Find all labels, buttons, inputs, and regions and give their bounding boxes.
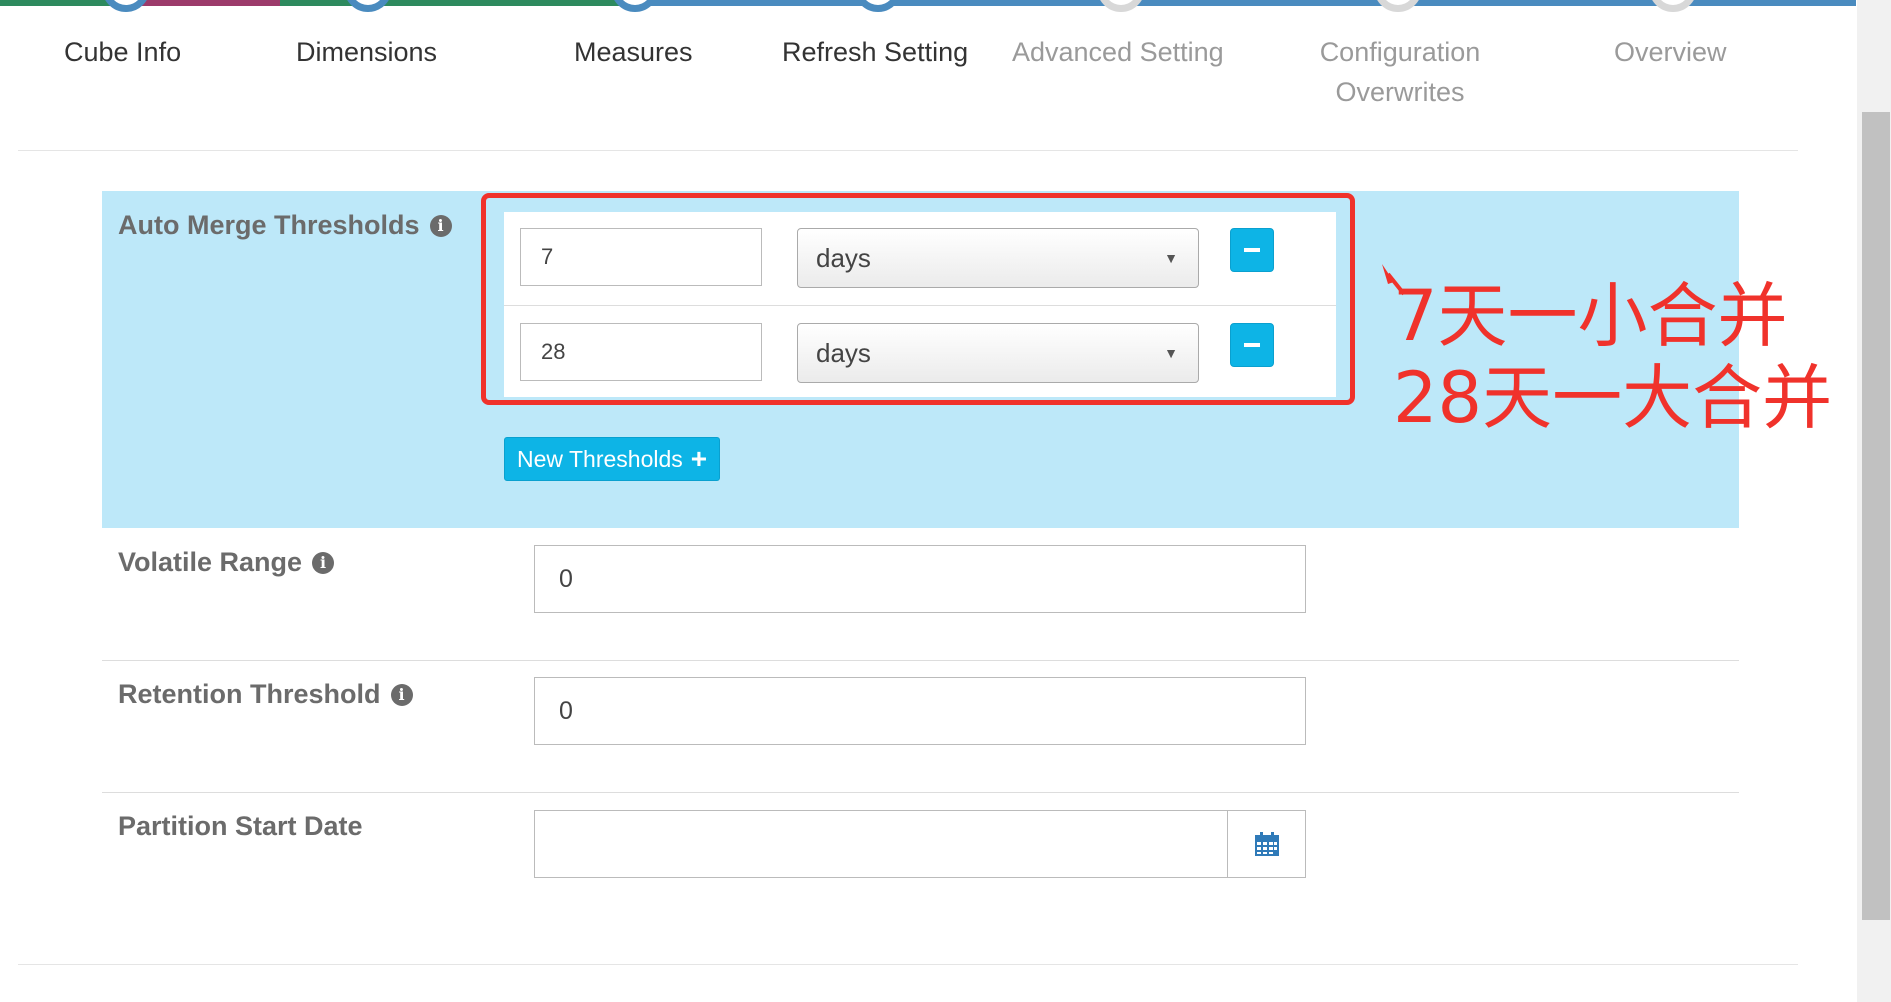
partition-start-date-input[interactable] — [534, 810, 1228, 878]
annotation-text: 7天一小合并 28天一大合并 — [1393, 275, 1832, 439]
step-circle-configuration-overwrites — [1374, 0, 1422, 12]
partition-start-date-label-text: Partition Start Date — [118, 811, 363, 841]
info-icon[interactable]: i — [429, 214, 452, 237]
wizard-progress-segment-3 — [280, 0, 620, 6]
annotation-line-1: 7天一小合并 — [1393, 275, 1788, 357]
volatile-range-label: Volatile Range i — [118, 547, 335, 578]
volatile-range-input[interactable] — [534, 545, 1306, 613]
step-label-dimensions[interactable]: Dimensions — [296, 32, 437, 72]
step-label-configuration-overwrites: Configuration Overwrites — [1319, 37, 1481, 107]
new-thresholds-button[interactable]: New Thresholds + — [504, 437, 721, 481]
step-circle-refresh-setting[interactable] — [854, 0, 902, 12]
step-label-cube-info[interactable]: Cube Info — [64, 32, 181, 72]
retention-threshold-input[interactable] — [534, 677, 1306, 745]
info-icon[interactable]: i — [312, 551, 335, 574]
wizard-progress-segment-2 — [134, 0, 280, 6]
plus-icon: + — [690, 443, 708, 474]
footer-divider — [18, 964, 1798, 965]
retention-threshold-label: Retention Threshold i — [118, 679, 413, 710]
step-circle-overview — [1649, 0, 1697, 12]
auto-merge-label: Auto Merge Thresholds i — [118, 210, 452, 241]
annotation-line-2: 28天一大合并 — [1393, 357, 1833, 439]
step-circle-measures[interactable] — [611, 0, 659, 12]
partition-start-date-label: Partition Start Date — [118, 811, 363, 842]
info-icon[interactable]: i — [390, 683, 413, 706]
section-divider — [102, 792, 1739, 793]
step-label-measures[interactable]: Measures — [574, 32, 693, 72]
step-circle-cube-info[interactable] — [102, 0, 150, 12]
section-divider — [102, 660, 1739, 661]
step-label-overview: Overview — [1614, 37, 1727, 67]
scrollbar-thumb[interactable] — [1862, 112, 1890, 920]
step-label-refresh-setting[interactable]: Refresh Setting — [782, 32, 968, 72]
volatile-range-label-text: Volatile Range — [118, 547, 303, 577]
calendar-icon — [1254, 832, 1279, 856]
step-circle-advanced-setting — [1097, 0, 1145, 12]
new-thresholds-label: New Thresholds — [517, 445, 683, 472]
step-label-advanced-setting: Advanced Setting — [1012, 37, 1224, 67]
annotation-highlight-box — [481, 193, 1355, 405]
step-circle-dimensions[interactable] — [344, 0, 392, 12]
calendar-button[interactable] — [1227, 810, 1306, 878]
retention-threshold-label-text: Retention Threshold — [118, 679, 381, 709]
auto-merge-label-text: Auto Merge Thresholds — [118, 210, 420, 240]
header-divider — [18, 150, 1798, 151]
